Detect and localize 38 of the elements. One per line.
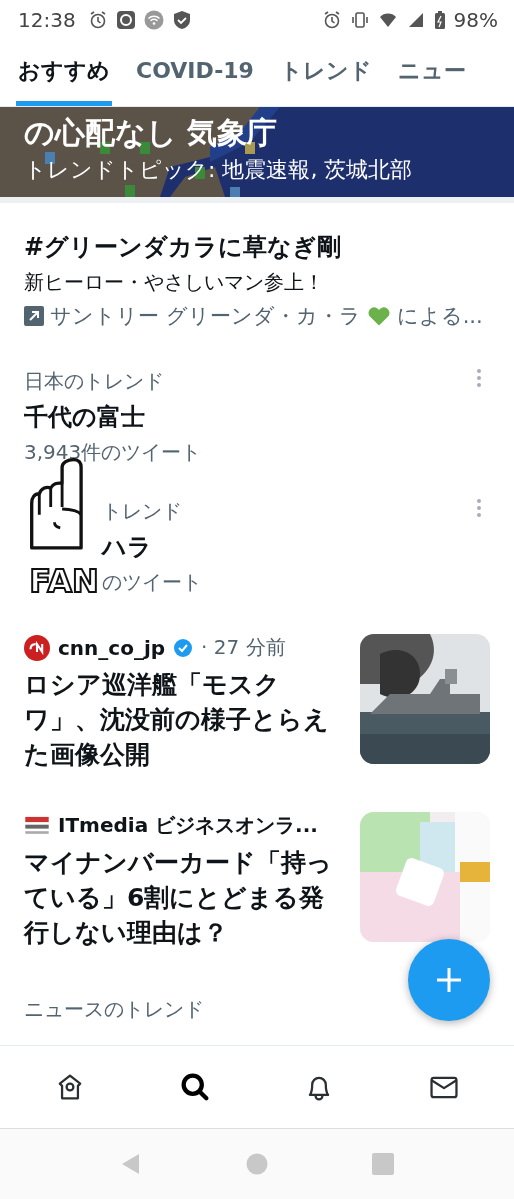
more-options-icon[interactable] bbox=[476, 498, 482, 518]
promoted-trend-description: 新ヒーロー・やさしいマン参上！ bbox=[24, 269, 325, 296]
banner-headline: の心配なし 気象庁 bbox=[24, 114, 279, 152]
sponsor-name: サントリー グリーンダ・カ・ラ bbox=[50, 303, 361, 330]
tab[interactable]: ニュー bbox=[395, 40, 468, 106]
source-name: ITmedia ビジネスオンラ... bbox=[58, 812, 318, 839]
compose-button[interactable] bbox=[408, 939, 490, 1021]
trend-title[interactable]: ハラ bbox=[102, 531, 476, 563]
camera-app-icon bbox=[115, 10, 136, 30]
plus-icon bbox=[434, 965, 464, 995]
news-headline[interactable]: ロシア巡洋艦「モスクワ」、沈没前の様子とらえた画像公開 bbox=[24, 667, 340, 772]
tab[interactable]: トレンド bbox=[277, 40, 374, 106]
section-heading: ニュースのトレンド bbox=[24, 997, 204, 1021]
battery-percent: 98% bbox=[453, 8, 498, 32]
trend-category: トレンド bbox=[102, 498, 183, 525]
heart-icon bbox=[366, 305, 391, 327]
status-time: 12:38 bbox=[18, 8, 76, 32]
wifi-icon bbox=[143, 10, 164, 30]
trend-category: 日本のトレンド bbox=[24, 368, 165, 395]
source-logo-icon bbox=[24, 634, 50, 661]
promoted-trend-title[interactable]: #グリーンダカラに草なぎ剛 bbox=[24, 231, 490, 263]
tweet-count: 3,943件のツイート bbox=[24, 439, 203, 466]
tab[interactable]: COVID-19 bbox=[134, 40, 256, 106]
vibrate-icon bbox=[349, 10, 370, 30]
promoted-icon bbox=[24, 306, 44, 326]
banner-subtitle: トレンドトピック: 地震速報, 茨城北部 bbox=[24, 156, 414, 184]
source-name: cnn_co_jp bbox=[58, 635, 166, 660]
shield-icon bbox=[171, 10, 192, 30]
more-options-icon[interactable] bbox=[476, 368, 482, 388]
back-icon[interactable] bbox=[120, 1153, 142, 1175]
sticker-label: FAN bbox=[29, 564, 99, 598]
sponsor-suffix: による... bbox=[396, 303, 483, 330]
news-headline[interactable]: マイナンバーカード「持っている」6割にとどまる発行しない理由は？ bbox=[24, 845, 340, 950]
tweet-count: のツイート bbox=[102, 569, 203, 596]
verified-badge-icon bbox=[173, 637, 194, 658]
trend-title[interactable]: 千代の富士 bbox=[24, 401, 476, 433]
battery-icon bbox=[433, 10, 446, 30]
post-time: · 27 分前 bbox=[201, 634, 286, 661]
